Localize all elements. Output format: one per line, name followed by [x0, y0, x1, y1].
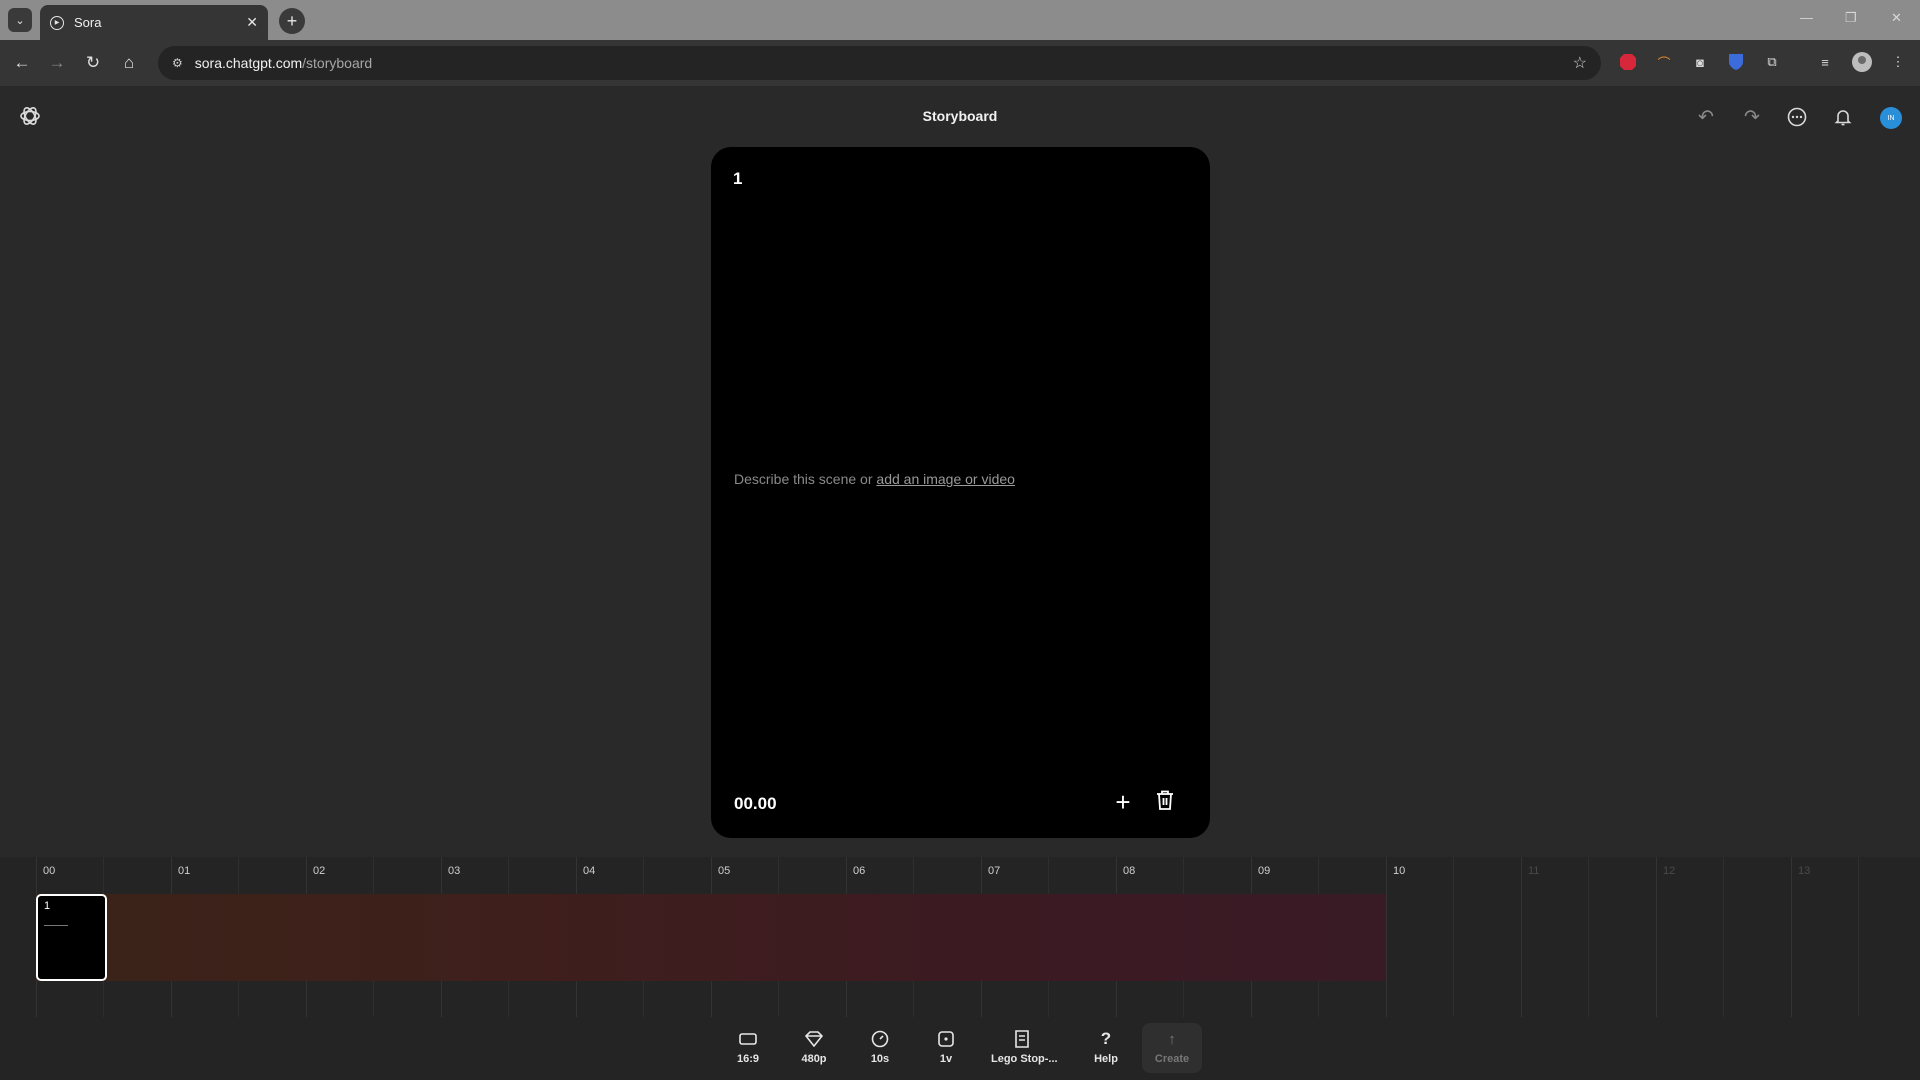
timeline[interactable]: 00 01 02 03 04 05 06 07 08 09 10 11 12 13 1: [0, 857, 1920, 1017]
timeline-tick-label: 03: [448, 865, 461, 877]
timeline-clip[interactable]: 1: [36, 894, 107, 981]
duration-button[interactable]: 10s: [850, 1029, 910, 1065]
timeline-tick-label: 09: [1258, 865, 1271, 877]
back-icon[interactable]: ←: [11, 53, 33, 73]
add-media-link[interactable]: add an image or video: [876, 471, 1015, 487]
user-avatar[interactable]: IN: [1880, 107, 1902, 129]
style-preset-label: Lego Stop-...: [991, 1053, 1058, 1065]
trash-icon[interactable]: [1155, 789, 1175, 813]
scene-number: 1: [733, 169, 743, 188]
timeline-tick-label: 10: [1393, 865, 1406, 877]
timeline-tick-line: [1521, 857, 1522, 1017]
timeline-tick-label: 13: [1798, 865, 1811, 877]
arrow-up-icon: ↑: [1168, 1030, 1176, 1048]
aspect-ratio-label: 16:9: [736, 1053, 760, 1065]
preset-icon: [991, 1029, 1053, 1049]
timeline-subtick-line: [1723, 857, 1724, 1017]
tab-search-button[interactable]: ⌄: [8, 8, 32, 32]
bottom-toolbar: 16:9 480p 10s 1v Lego Stop-... ? Help ↑ …: [0, 1017, 1920, 1080]
new-tab-button[interactable]: +: [279, 8, 305, 34]
browser-tab[interactable]: ▶ Sora ✕: [40, 5, 268, 40]
forward-icon[interactable]: →: [46, 53, 68, 73]
timeline-tick-label: 06: [853, 865, 866, 877]
minimize-window-icon[interactable]: —: [1800, 10, 1813, 25]
restore-window-icon[interactable]: ❐: [1845, 10, 1857, 26]
resolution-button[interactable]: 480p: [784, 1029, 844, 1065]
timeline-tick-label: 01: [178, 865, 191, 877]
timeline-subtick-line: [1588, 857, 1589, 1017]
app-header: Storyboard ↶ ↷ IN: [0, 86, 1920, 148]
browser-menu-icon[interactable]: ⋮: [1888, 52, 1908, 72]
page-title: Storyboard: [922, 108, 998, 124]
timeline-tick-label: 00: [43, 865, 56, 877]
reload-icon[interactable]: ↻: [82, 53, 104, 73]
diamond-icon: [784, 1029, 844, 1049]
url-host: sora.chatgpt.com: [194, 55, 303, 71]
clock-icon: [850, 1029, 910, 1049]
scene-timestamp: 00.00: [734, 794, 777, 813]
resolution-label: 480p: [801, 1053, 827, 1065]
clip-caption-line: [44, 925, 68, 926]
variations-button[interactable]: 1v: [916, 1029, 976, 1065]
profile-avatar-icon[interactable]: [1852, 52, 1872, 72]
aspect-ratio-icon: [718, 1029, 778, 1049]
help-button[interactable]: ? Help: [1076, 1029, 1136, 1065]
style-preset-button[interactable]: Lego Stop-...: [991, 1029, 1058, 1065]
variations-icon: [916, 1029, 976, 1049]
scene-prompt-input[interactable]: Describe this scene or add an image or v…: [734, 471, 1015, 487]
close-window-icon[interactable]: ✕: [1891, 10, 1902, 26]
redo-icon[interactable]: ↷: [1738, 103, 1766, 131]
timeline-tick-label: 11: [1528, 865, 1540, 877]
timeline-tick-label: 05: [718, 865, 731, 877]
timeline-tick-line: [1386, 857, 1387, 1017]
scene-card[interactable]: 1 Describe this scene or add an image or…: [711, 147, 1210, 838]
scene-prompt-placeholder: Describe this scene or: [734, 471, 877, 487]
notifications-bell-icon[interactable]: [1829, 103, 1857, 131]
sora-favicon-icon: ▶: [50, 15, 64, 30]
variations-label: 1v: [939, 1053, 953, 1065]
timeline-tick-label: 02: [313, 865, 326, 877]
browser-tab-strip: ⌄ ▶ Sora ✕ + — ❐ ✕: [0, 0, 1920, 40]
timeline-tick-label: 04: [583, 865, 596, 877]
timeline-track[interactable]: [36, 894, 1386, 981]
add-scene-icon[interactable]: +: [1111, 787, 1135, 818]
timeline-tick-label: 07: [988, 865, 1001, 877]
timeline-tick-label: 12: [1663, 865, 1676, 877]
tab-title: Sora: [74, 15, 102, 30]
timeline-tick-label: 08: [1123, 865, 1136, 877]
create-label: Create: [1154, 1053, 1190, 1065]
more-options-icon[interactable]: [1783, 103, 1811, 131]
adblock-extension-icon[interactable]: [1618, 52, 1638, 72]
bookmark-star-icon[interactable]: ☆: [1573, 53, 1587, 73]
browser-toolbar: ← → ↻ ⌂ ⚙ sora.chatgpt.com/storyboard ☆ …: [0, 40, 1920, 86]
help-label: Help: [1094, 1053, 1118, 1065]
duration-label: 10s: [870, 1053, 890, 1065]
camera-extension-icon[interactable]: ◙: [1690, 52, 1710, 72]
undo-icon[interactable]: ↶: [1692, 103, 1720, 131]
close-tab-icon[interactable]: ✕: [246, 14, 258, 31]
reading-list-icon[interactable]: ≡: [1815, 52, 1835, 72]
question-mark-icon: ?: [1100, 1029, 1112, 1048]
address-bar[interactable]: ⚙ sora.chatgpt.com/storyboard ☆: [158, 46, 1601, 80]
extensions-puzzle-icon[interactable]: ⧉: [1762, 52, 1782, 72]
aspect-ratio-button[interactable]: 16:9: [718, 1029, 778, 1065]
home-icon[interactable]: ⌂: [118, 53, 140, 73]
create-button[interactable]: ↑ Create: [1142, 1023, 1202, 1073]
extension-arc-icon[interactable]: ⌒: [1654, 52, 1674, 72]
timeline-tick-line: [1791, 857, 1792, 1017]
bitwarden-extension-icon[interactable]: [1726, 52, 1746, 72]
site-settings-icon[interactable]: ⚙: [172, 56, 183, 70]
timeline-tick-line: [1656, 857, 1657, 1017]
url-path: /storyboard: [302, 55, 373, 71]
timeline-subtick-line: [1453, 857, 1454, 1017]
chevron-down-icon: ⌄: [15, 14, 25, 27]
clip-number: 1: [44, 900, 51, 912]
timeline-subtick-line: [1858, 857, 1859, 1017]
